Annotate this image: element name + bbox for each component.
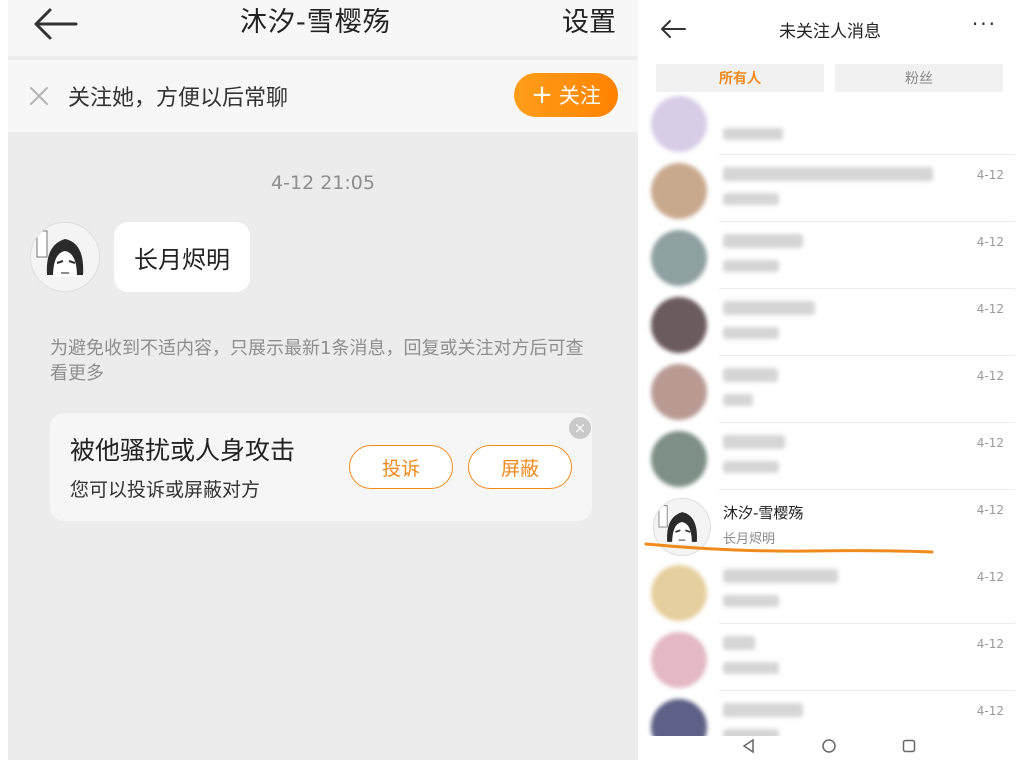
system-nav-bar	[645, 736, 1015, 760]
chat-header: 沐汐-雪樱殇 设置	[8, 0, 638, 56]
plus-icon: +	[531, 80, 553, 110]
follow-prompt-bar: 关注她，方便以后常聊 + 关注	[8, 60, 638, 132]
list-item[interactable]: 4-12	[645, 423, 1015, 490]
row-date: 4-12	[976, 302, 1004, 316]
avatar	[651, 364, 707, 420]
row-date: 4-12	[976, 168, 1004, 182]
blurred-preview	[723, 461, 779, 473]
blurred-name	[723, 234, 803, 248]
blurred-name	[723, 636, 755, 650]
list-item[interactable]	[645, 88, 1015, 155]
manga-avatar-image	[31, 223, 99, 291]
harassment-title: 被他骚扰或人身攻击	[70, 436, 296, 465]
avatar	[651, 96, 707, 152]
row-date: 4-12	[976, 637, 1004, 651]
chat-screen: 沐汐-雪樱殇 设置 关注她，方便以后常聊 + 关注 4-12 21:05 长月烬…	[8, 0, 638, 760]
settings-button[interactable]: 设置	[562, 0, 616, 39]
list-item[interactable]: 4-12	[645, 155, 1015, 222]
blurred-preview	[723, 662, 779, 674]
list-item[interactable]: 4-12	[645, 222, 1015, 289]
blurred-name	[723, 435, 785, 449]
block-button[interactable]: 屏蔽	[468, 445, 572, 489]
highlight-underline	[644, 542, 934, 554]
row-date: 4-12	[976, 436, 1004, 450]
follow-prompt-text: 关注她，方便以后常聊	[68, 86, 289, 111]
blurred-name	[723, 703, 803, 717]
row-date: 4-12	[976, 235, 1004, 249]
more-icon[interactable]: ···	[972, 12, 997, 36]
blurred-preview	[723, 327, 779, 339]
limited-message-notice: 为避免收到不适内容，只展示最新1条消息，回复或关注对方后可查看更多	[50, 338, 584, 384]
blurred-name	[723, 368, 778, 382]
unfollowed-messages-screen: 未关注人消息 ··· 所有人 粉丝 4-12 4-12 4-12 4-12 4-…	[645, 0, 1015, 760]
list-header: 未关注人消息 ···	[645, 0, 1015, 58]
list-item[interactable]: 4-12	[645, 557, 1015, 624]
row-name: 沐汐-雪樱殇	[723, 504, 804, 522]
square-recent-icon[interactable]	[901, 738, 917, 754]
avatar	[651, 230, 707, 286]
blurred-name	[723, 167, 933, 181]
avatar	[651, 163, 707, 219]
chat-title: 沐汐-雪樱殇	[240, 7, 391, 38]
follow-button[interactable]: + 关注	[514, 73, 618, 117]
avatar	[651, 632, 707, 688]
list-title: 未关注人消息	[779, 22, 881, 42]
row-date: 4-12	[976, 570, 1004, 584]
blurred-preview	[723, 193, 779, 205]
row-date: 4-12	[976, 704, 1004, 718]
harassment-subtitle: 您可以投诉或屏蔽对方	[70, 479, 261, 501]
blurred-preview	[723, 394, 753, 406]
row-date: 4-12	[976, 369, 1004, 383]
complain-button[interactable]: 投诉	[349, 445, 453, 489]
harassment-card: 被他骚扰或人身攻击 您可以投诉或屏蔽对方 投诉 屏蔽 ×	[50, 413, 592, 521]
close-icon[interactable]	[28, 85, 50, 107]
blurred-preview	[723, 260, 779, 272]
blurred-name	[723, 569, 838, 583]
triangle-back-icon[interactable]	[741, 738, 757, 754]
blurred-name	[723, 301, 815, 315]
message-bubble[interactable]: 长月烬明	[114, 222, 250, 292]
follow-button-label: 关注	[558, 84, 601, 108]
avatar[interactable]	[30, 222, 100, 292]
back-arrow-icon[interactable]	[30, 6, 80, 42]
circle-home-icon[interactable]	[821, 738, 837, 754]
blurred-preview	[723, 595, 779, 607]
avatar	[651, 297, 707, 353]
avatar	[651, 565, 707, 621]
list-item[interactable]: 4-12	[645, 624, 1015, 691]
blurred-preview	[723, 128, 783, 140]
close-icon[interactable]: ×	[569, 417, 591, 439]
row-date: 4-12	[976, 503, 1004, 517]
list-item[interactable]: 4-12	[645, 356, 1015, 423]
message-timestamp: 4-12 21:05	[271, 172, 375, 194]
list-item[interactable]: 4-12	[645, 289, 1015, 356]
avatar	[651, 431, 707, 487]
